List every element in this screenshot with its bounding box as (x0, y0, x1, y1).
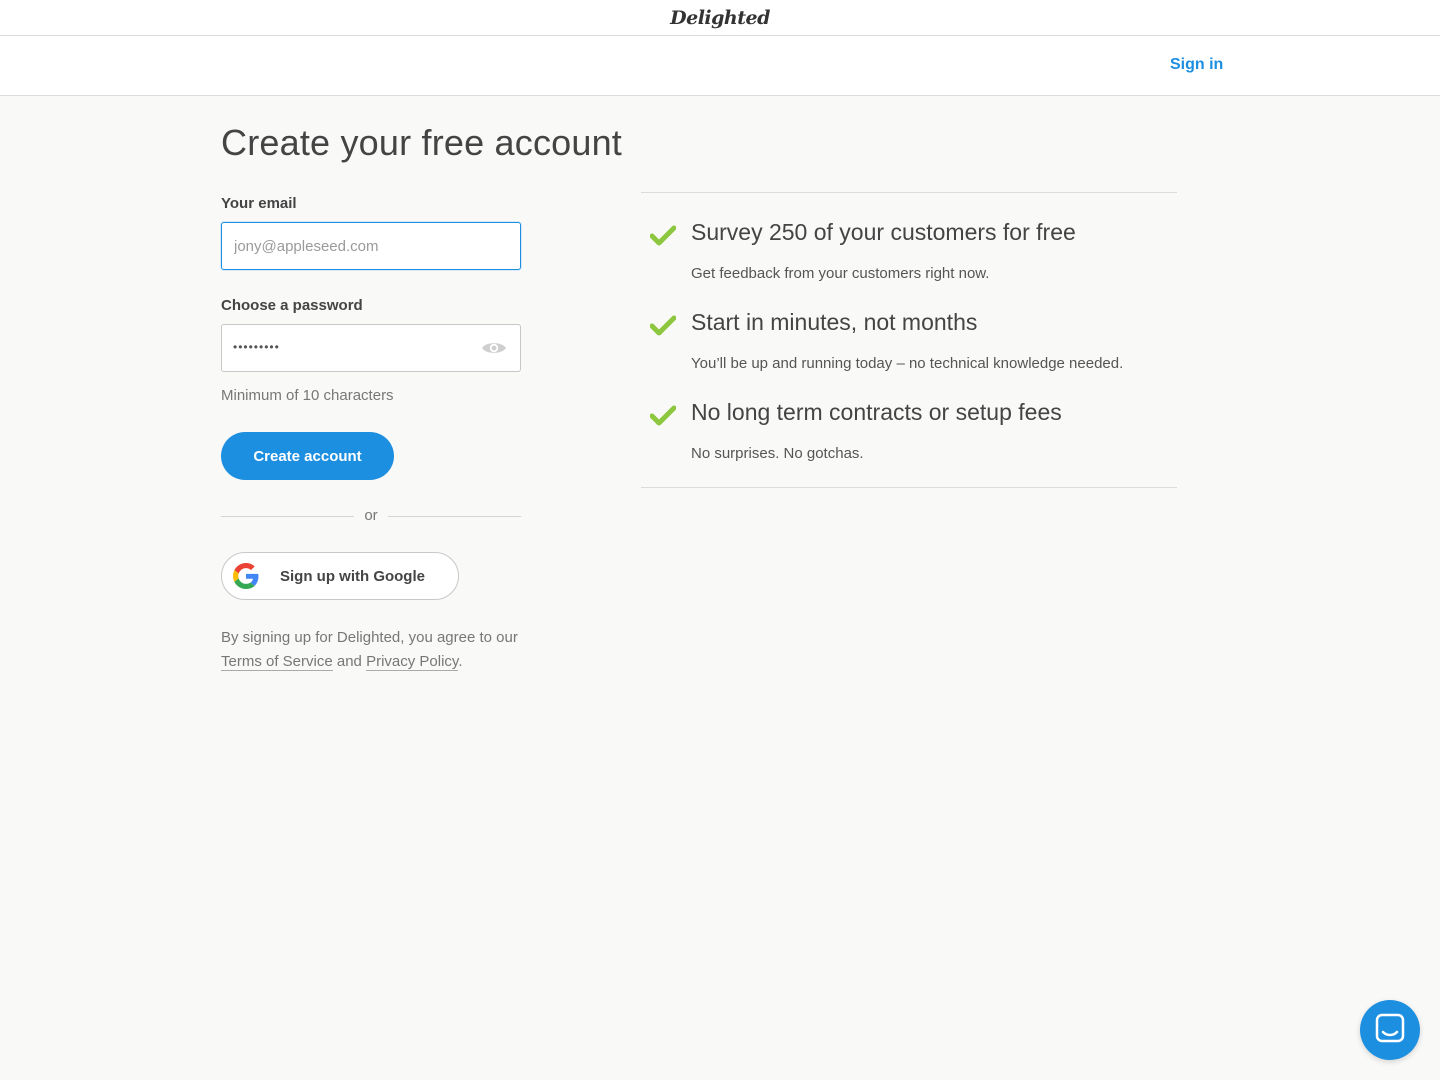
terms-of-service-link[interactable]: Terms of Service (221, 653, 333, 671)
page-title: Create your free account (221, 122, 623, 163)
password-input[interactable] (221, 324, 521, 372)
chat-launcher-button[interactable] (1360, 1000, 1420, 1060)
legal-suffix: . (458, 653, 463, 670)
email-input[interactable] (221, 222, 521, 270)
legal-prefix: By signing up for Delighted, you agree t… (221, 629, 518, 646)
feature-title: No long term contracts or setup fees (691, 399, 1062, 425)
privacy-policy-link[interactable]: Privacy Policy (366, 653, 459, 671)
google-signup-button[interactable]: Sign up with Google (221, 552, 459, 600)
email-label: Your email (221, 195, 297, 212)
features-panel: Survey 250 of your customers for free Ge… (641, 192, 1177, 488)
nav-bar: Sign in (0, 36, 1440, 96)
or-divider: or (221, 506, 521, 526)
check-icon (649, 225, 677, 247)
check-icon (649, 315, 677, 337)
feature-description: Get feedback from your customers right n… (691, 265, 990, 282)
sign-in-link[interactable]: Sign in (1170, 56, 1223, 74)
delighted-logo[interactable]: Delighted (670, 7, 770, 29)
feature-title: Start in minutes, not months (691, 309, 978, 335)
eye-icon[interactable] (480, 336, 508, 360)
legal-text: By signing up for Delighted, you agree t… (221, 626, 561, 674)
legal-and: and (336, 653, 362, 670)
password-hint: Minimum of 10 characters (221, 387, 394, 404)
feature-description: No surprises. No gotchas. (691, 445, 864, 462)
check-icon (649, 405, 677, 427)
feature-description: You’ll be up and running today – no tech… (691, 355, 1124, 372)
create-account-button[interactable]: Create account (221, 432, 394, 480)
google-icon (233, 563, 259, 589)
feature-title: Survey 250 of your customers for free (691, 219, 1076, 245)
chat-icon (1375, 1013, 1405, 1048)
divider-line-right (388, 516, 521, 517)
top-bar: Delighted (0, 0, 1440, 36)
google-signup-label: Sign up with Google (280, 567, 425, 585)
password-label: Choose a password (221, 297, 363, 314)
